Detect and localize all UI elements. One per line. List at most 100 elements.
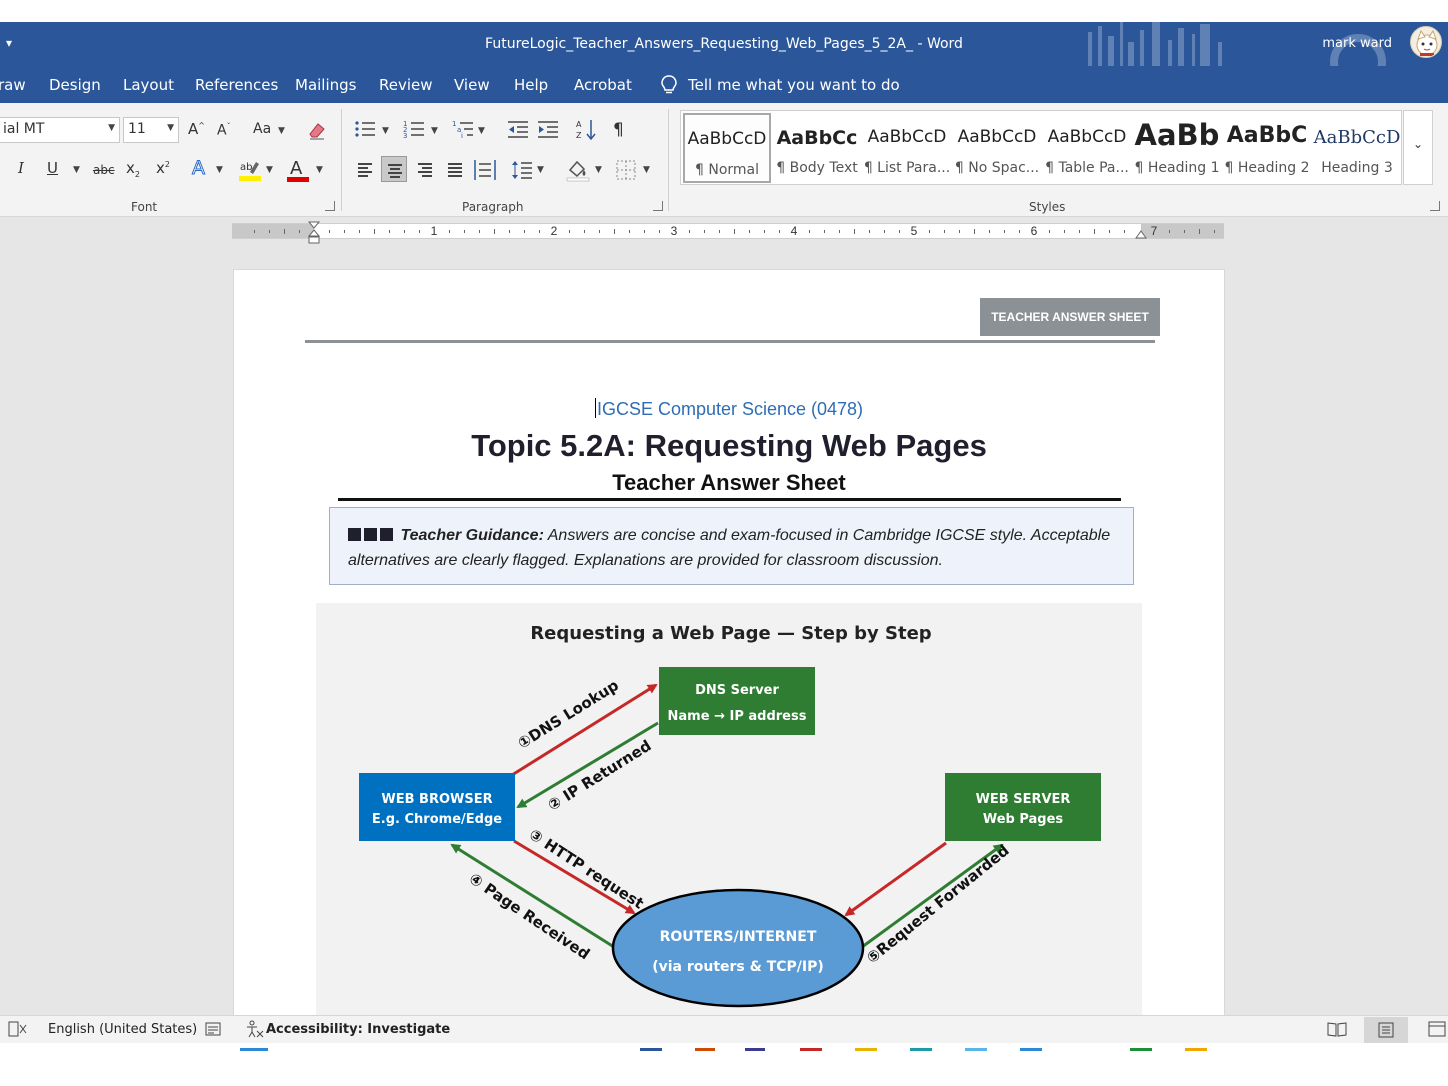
- tab-help[interactable]: Help: [514, 76, 548, 94]
- shading-dropdown-icon[interactable]: ▼: [595, 165, 602, 175]
- style-list-paragraph[interactable]: AaBbCcD ¶ List Para...: [863, 113, 951, 183]
- shrink-font-icon[interactable]: Aˇ: [217, 122, 231, 139]
- print-layout-icon: [1378, 1022, 1394, 1038]
- step-4-label: ④ Page Received: [466, 869, 593, 963]
- styles-dialog-launcher-icon[interactable]: [1430, 201, 1440, 211]
- style-heading-3[interactable]: AaBbCcD Heading 3: [1313, 113, 1401, 183]
- web-request-diagram[interactable]: Requesting a Web Page — Step by Step ①DN…: [316, 603, 1142, 1033]
- style-heading-2[interactable]: AaBbC ¶ Heading 2: [1223, 113, 1311, 183]
- decrease-indent-icon[interactable]: [507, 120, 529, 138]
- sort-icon[interactable]: AZ: [576, 118, 598, 140]
- change-case-icon[interactable]: Aa: [253, 121, 271, 137]
- numbering-dropdown-icon[interactable]: ▼: [431, 126, 438, 136]
- show-formatting-marks-icon[interactable]: ¶: [613, 120, 624, 140]
- subscript-icon[interactable]: x2: [126, 159, 140, 179]
- web-browser-title: WEB BROWSER: [381, 792, 492, 807]
- style-heading-1[interactable]: AaBb ¶ Heading 1: [1133, 113, 1221, 183]
- web-browser-box: [359, 773, 515, 841]
- font-name-dropdown-icon[interactable]: ▼: [108, 123, 115, 133]
- align-right-icon[interactable]: [412, 156, 438, 182]
- print-layout-button[interactable]: [1364, 1017, 1408, 1043]
- underline-icon[interactable]: U: [47, 159, 58, 177]
- style-normal[interactable]: AaBbCcD ¶ Normal: [683, 113, 771, 183]
- italic-icon[interactable]: I: [18, 159, 24, 177]
- style-name: ¶ List Para...: [863, 160, 951, 176]
- line-spacing-dropdown-icon[interactable]: ▼: [537, 165, 544, 175]
- shading-icon[interactable]: [566, 158, 590, 182]
- font-size-value: 11: [128, 121, 146, 137]
- underline-dropdown-icon[interactable]: ▼: [73, 165, 80, 175]
- font-color-icon[interactable]: A: [286, 157, 310, 183]
- read-mode-icon[interactable]: [1327, 1021, 1347, 1037]
- tab-design[interactable]: Design: [49, 76, 101, 94]
- style-body-text[interactable]: AaBbCc ¶ Body Text: [773, 113, 861, 183]
- course-line[interactable]: IGCSE Computer Science (0478): [234, 398, 1224, 420]
- superscript-icon[interactable]: x2: [156, 159, 170, 177]
- indent-markers-icon[interactable]: [308, 221, 320, 245]
- font-dialog-launcher-icon[interactable]: [325, 201, 335, 211]
- bullets-dropdown-icon[interactable]: ▼: [382, 126, 389, 136]
- increase-indent-icon[interactable]: [537, 120, 559, 138]
- text-cursor: [594, 398, 596, 418]
- clear-formatting-icon[interactable]: [306, 119, 328, 141]
- borders-dropdown-icon[interactable]: ▼: [643, 165, 650, 175]
- strikethrough-icon[interactable]: abc: [93, 163, 115, 177]
- styles-more-icon[interactable]: ⌄: [1403, 110, 1433, 185]
- highlight-icon[interactable]: ab: [238, 158, 262, 182]
- tab-references[interactable]: References: [195, 76, 278, 94]
- font-size-dropdown-icon[interactable]: ▼: [167, 123, 174, 133]
- style-table-paragraph[interactable]: AaBbCcD ¶ Table Pa...: [1043, 113, 1131, 183]
- change-case-dropdown-icon[interactable]: ▼: [278, 126, 285, 136]
- bullets-icon[interactable]: [354, 119, 376, 139]
- line-spacing-icon[interactable]: [511, 159, 533, 181]
- font-size-combo[interactable]: 11 ▼: [123, 117, 179, 143]
- accessibility-status[interactable]: Accessibility: Investigate: [266, 1022, 450, 1037]
- multilevel-list-icon[interactable]: 1ai: [452, 119, 474, 139]
- font-name-value: ial MT: [3, 121, 45, 137]
- desktop-strip: [0, 0, 1448, 22]
- highlight-dropdown-icon[interactable]: ▼: [266, 165, 273, 175]
- focus-mode-icon[interactable]: [8, 1021, 28, 1037]
- accessibility-icon[interactable]: [244, 1020, 264, 1038]
- style-no-spacing[interactable]: AaBbCcD ¶ No Spac...: [953, 113, 1041, 183]
- tab-review[interactable]: Review: [379, 76, 433, 94]
- tab-view[interactable]: View: [454, 76, 490, 94]
- user-avatar[interactable]: [1410, 26, 1442, 58]
- web-layout-icon[interactable]: [1428, 1021, 1446, 1037]
- step-5-label: ⑤Request Forwarded: [863, 841, 1012, 967]
- distributed-icon[interactable]: [474, 159, 496, 181]
- borders-icon[interactable]: [616, 160, 636, 180]
- numbering-icon[interactable]: 123: [403, 119, 425, 139]
- paragraph-dialog-launcher-icon[interactable]: [653, 201, 663, 211]
- align-center-icon[interactable]: [381, 156, 407, 182]
- word-window: ▾ FutureLogic_Teacher_Answers_Requesting…: [0, 0, 1448, 1086]
- tab-draw[interactable]: raw: [0, 76, 26, 94]
- group-separator: [668, 109, 669, 211]
- font-name-combo[interactable]: ial MT ▼: [0, 117, 120, 143]
- tab-layout[interactable]: Layout: [123, 76, 174, 94]
- grow-font-icon[interactable]: A^: [188, 120, 205, 138]
- group-separator: [341, 109, 342, 211]
- justify-icon[interactable]: [442, 156, 468, 182]
- taskbar-strip: [0, 1043, 1448, 1086]
- tab-acrobat[interactable]: Acrobat: [574, 76, 632, 94]
- ruler-number: 3: [670, 224, 678, 238]
- right-indent-marker-icon[interactable]: [1135, 229, 1147, 239]
- text-effects-icon[interactable]: A: [192, 157, 206, 180]
- tab-mailings[interactable]: Mailings: [295, 76, 356, 94]
- multilevel-dropdown-icon[interactable]: ▼: [478, 126, 485, 136]
- square-icon: [364, 528, 377, 541]
- text-effects-dropdown-icon[interactable]: ▼: [216, 165, 223, 175]
- horizontal-ruler[interactable]: 1 2 3 4 5 6 7: [232, 221, 1224, 244]
- style-name: ¶ No Spac...: [954, 160, 1040, 176]
- font-color-dropdown-icon[interactable]: ▼: [316, 165, 323, 175]
- text-predictions-icon[interactable]: [205, 1021, 221, 1037]
- tell-me-search[interactable]: Tell me what you want to do: [660, 75, 900, 95]
- styles-gallery: AaBbCcD ¶ Normal AaBbCc ¶ Body Text AaBb…: [680, 110, 1402, 185]
- align-left-icon[interactable]: [352, 156, 378, 182]
- ruler-number: 5: [910, 224, 918, 238]
- document-page[interactable]: TEACHER ANSWER SHEET IGCSE Computer Scie…: [233, 269, 1225, 1033]
- user-name[interactable]: mark ward: [1322, 36, 1392, 51]
- ribbon-tabs: raw Design Layout References Mailings Re…: [0, 66, 1448, 103]
- language-status[interactable]: English (United States): [48, 1022, 197, 1037]
